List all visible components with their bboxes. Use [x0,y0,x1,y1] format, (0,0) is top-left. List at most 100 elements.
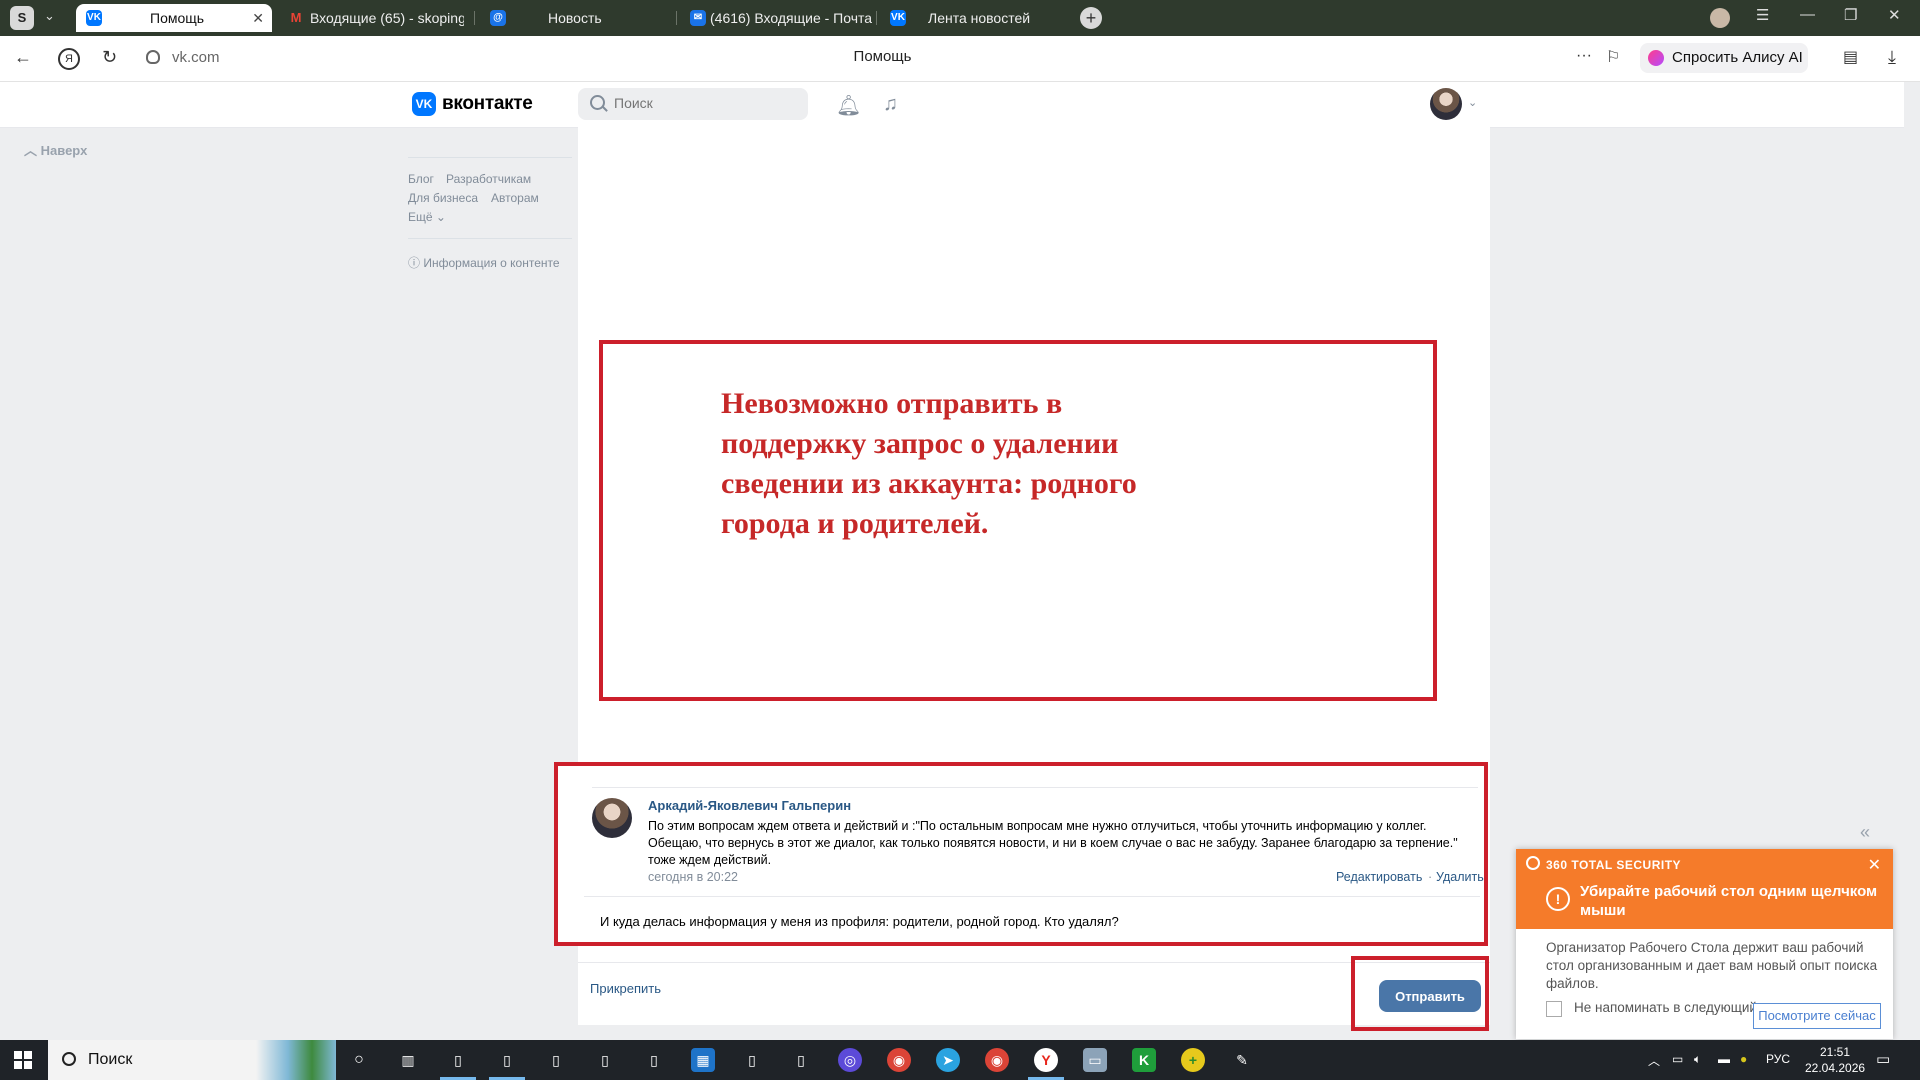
chevron-down-icon[interactable]: ⌄ [1468,96,1477,109]
attach-link[interactable]: Прикрепить [590,981,661,996]
collections-icon[interactable]: ▤ [1843,47,1858,67]
sidebar-more-menu[interactable]: Ещё ⌄ [408,210,446,224]
send-highlight-box: Отправить [1351,956,1489,1031]
yandex-browser-icon[interactable]: Y [1034,1048,1058,1072]
bookmark-icon[interactable]: ⚐ [1606,47,1620,67]
close-window-icon[interactable]: ✕ [1888,6,1901,24]
sidebar-link-blog[interactable]: Блог [408,172,434,186]
comment-author-avatar[interactable] [592,798,632,838]
more-label: Ещё [408,210,433,224]
annotation-notice-box: Невозможно отправить в поддержку запрос … [599,340,1437,701]
store-icon[interactable]: ▦ [691,1048,715,1072]
360-tray-icon[interactable]: ● [1740,1052,1747,1066]
file-icon[interactable]: ▯ [789,1048,813,1072]
new-tab-plus-icon[interactable]: + [1080,7,1102,29]
music-note-icon[interactable]: ♫ [883,93,898,116]
battery-icon[interactable]: ▬ [1718,1052,1730,1066]
sidebar-link-developers[interactable]: Разработчикам [446,172,531,186]
task-view-icon[interactable]: ▥ [396,1048,420,1072]
search-icon [62,1052,76,1066]
tray-expand-icon[interactable]: ︿ [1648,1052,1660,1069]
restore-icon[interactable]: ❐ [1844,6,1857,24]
user-avatar[interactable] [1430,88,1462,120]
popup-title: Убирайте рабочий стол одним щелчком мыши [1580,883,1878,919]
tab-mail[interactable]: ✉ (4616) Входящие - Почта [680,4,876,32]
alice-icon [1648,50,1664,66]
windows-taskbar: Поиск ○ ▥ ▯ ▯ ▯ ▯ ▯ ▦ ▯ ▯ ◎ ◉ ➤ ◉ Y ▭ K … [0,1040,1920,1080]
tab-separator [876,11,877,25]
sidebar-divider [408,157,572,158]
vk-search-box[interactable] [578,88,808,120]
comment-divider [592,787,1478,788]
sidebar-link-business[interactable]: Для бизнеса [408,191,478,205]
popup-header: 360 TOTAL SECURITY ✕ ! Убирайте рабочий … [1516,849,1893,929]
view-now-button[interactable]: Посмотрите сейчас [1753,1003,1881,1029]
up-link-label: Наверх [40,143,88,158]
file-search-icon[interactable]: ▯ [495,1048,519,1072]
kaspersky-icon[interactable]: K [1132,1048,1156,1072]
chrome-icon[interactable]: ◉ [985,1048,1009,1072]
tab-title: Лента новостей [928,10,1031,26]
at-favicon-icon: @ [490,10,506,26]
minimize-icon[interactable]: — [1800,6,1815,23]
reply-message-text[interactable]: И куда делась информация у меня из профи… [600,914,1119,929]
content-info-link[interactable]: ⓘ Информация о контенте [408,254,560,271]
address-bar: ← Я ↻ vk.com Помощь ··· ⚐ Спросить Алису… [0,36,1920,82]
more-dots-icon[interactable]: ··· [1576,47,1592,65]
file-icon[interactable]: ▯ [544,1048,568,1072]
dont-remind-checkbox[interactable] [1546,1001,1562,1017]
collapse-chevrons-icon[interactable]: « [1860,822,1870,843]
sidebar-link-authors[interactable]: Авторам [491,191,539,205]
360-logo-icon [1526,856,1540,870]
taskbar-clock[interactable]: 21:51 22.04.2026 [1805,1044,1865,1076]
menu-icon[interactable]: ☰ [1756,6,1769,24]
volume-icon[interactable]: 🔈︎ [1694,1052,1701,1067]
popup-close-icon[interactable]: ✕ [1868,855,1881,875]
tab-vk-feed[interactable]: VK Лента новостей [880,4,1070,32]
notifications-icon[interactable]: ▭ [1876,1050,1890,1068]
file-icon[interactable]: ▯ [446,1048,470,1072]
search-icon [590,95,605,110]
vk-favicon-icon: VK [890,10,906,26]
file-icon[interactable]: ▯ [642,1048,666,1072]
cortana-circle-icon[interactable]: ○ [347,1048,371,1072]
taskbar-search[interactable]: Поиск [48,1040,336,1080]
comment-author-name[interactable]: Аркадий-Яковлевич Гальперин [648,798,851,813]
dont-remind-label[interactable]: Не напоминать в следующий раз [1574,1000,1782,1015]
network-app-icon[interactable]: ▭ [1083,1048,1107,1072]
popup-brand: 360 TOTAL SECURITY [1546,858,1682,872]
ask-alice-button[interactable]: Спросить Алису AI [1640,43,1808,73]
browser-profile-button[interactable]: S [10,6,34,30]
language-indicator[interactable]: РУС [1766,1052,1790,1066]
vk-logo-icon[interactable]: VK [412,92,436,116]
network-icon[interactable]: ▭ [1672,1052,1683,1066]
360-security-icon[interactable]: + [1181,1048,1205,1072]
tab-news[interactable]: @ Новость [480,4,670,32]
tab-list-chevron-icon[interactable]: ⌄ [44,8,55,24]
account-avatar-icon[interactable] [1710,8,1730,28]
telegram-icon[interactable]: ➤ [936,1048,960,1072]
notice-line: города и родителей. [721,507,989,540]
app-badge-icon[interactable]: ◎ [838,1048,862,1072]
tab-vk-help[interactable]: VK Помощь ✕ [76,4,272,32]
notifications-bell-icon[interactable]: 🔔︎ [836,93,861,118]
chrome-icon[interactable]: ◉ [887,1048,911,1072]
file-icon[interactable]: ▯ [740,1048,764,1072]
file-icon[interactable]: ▯ [593,1048,617,1072]
security-popup: 360 TOTAL SECURITY ✕ ! Убирайте рабочий … [1516,849,1893,1039]
comment-date[interactable]: сегодня в 20:22 [648,870,738,884]
comment-delete-link[interactable]: Удалить [1436,870,1484,884]
download-icon[interactable]: ⤓ [1888,47,1896,68]
tab-gmail[interactable]: M Входящие (65) - skopingl [278,4,468,32]
comment-edit-link[interactable]: Редактировать [1336,870,1422,884]
windows-start-icon[interactable] [14,1051,32,1069]
scroll-to-top-link[interactable]: ︿ Наверх [24,140,87,159]
send-button[interactable]: Отправить [1379,980,1481,1012]
vk-search-input[interactable] [612,94,796,112]
alice-label: Спросить Алису AI [1672,49,1803,66]
comment-divider [584,896,1480,897]
comment-highlight-box: Аркадий-Яковлевич Гальперин По этим вопр… [554,762,1488,946]
vk-logo-text[interactable]: вконтакте [442,93,533,115]
paint-icon[interactable]: ✎ [1230,1048,1254,1072]
tab-close-icon[interactable]: ✕ [252,4,264,32]
